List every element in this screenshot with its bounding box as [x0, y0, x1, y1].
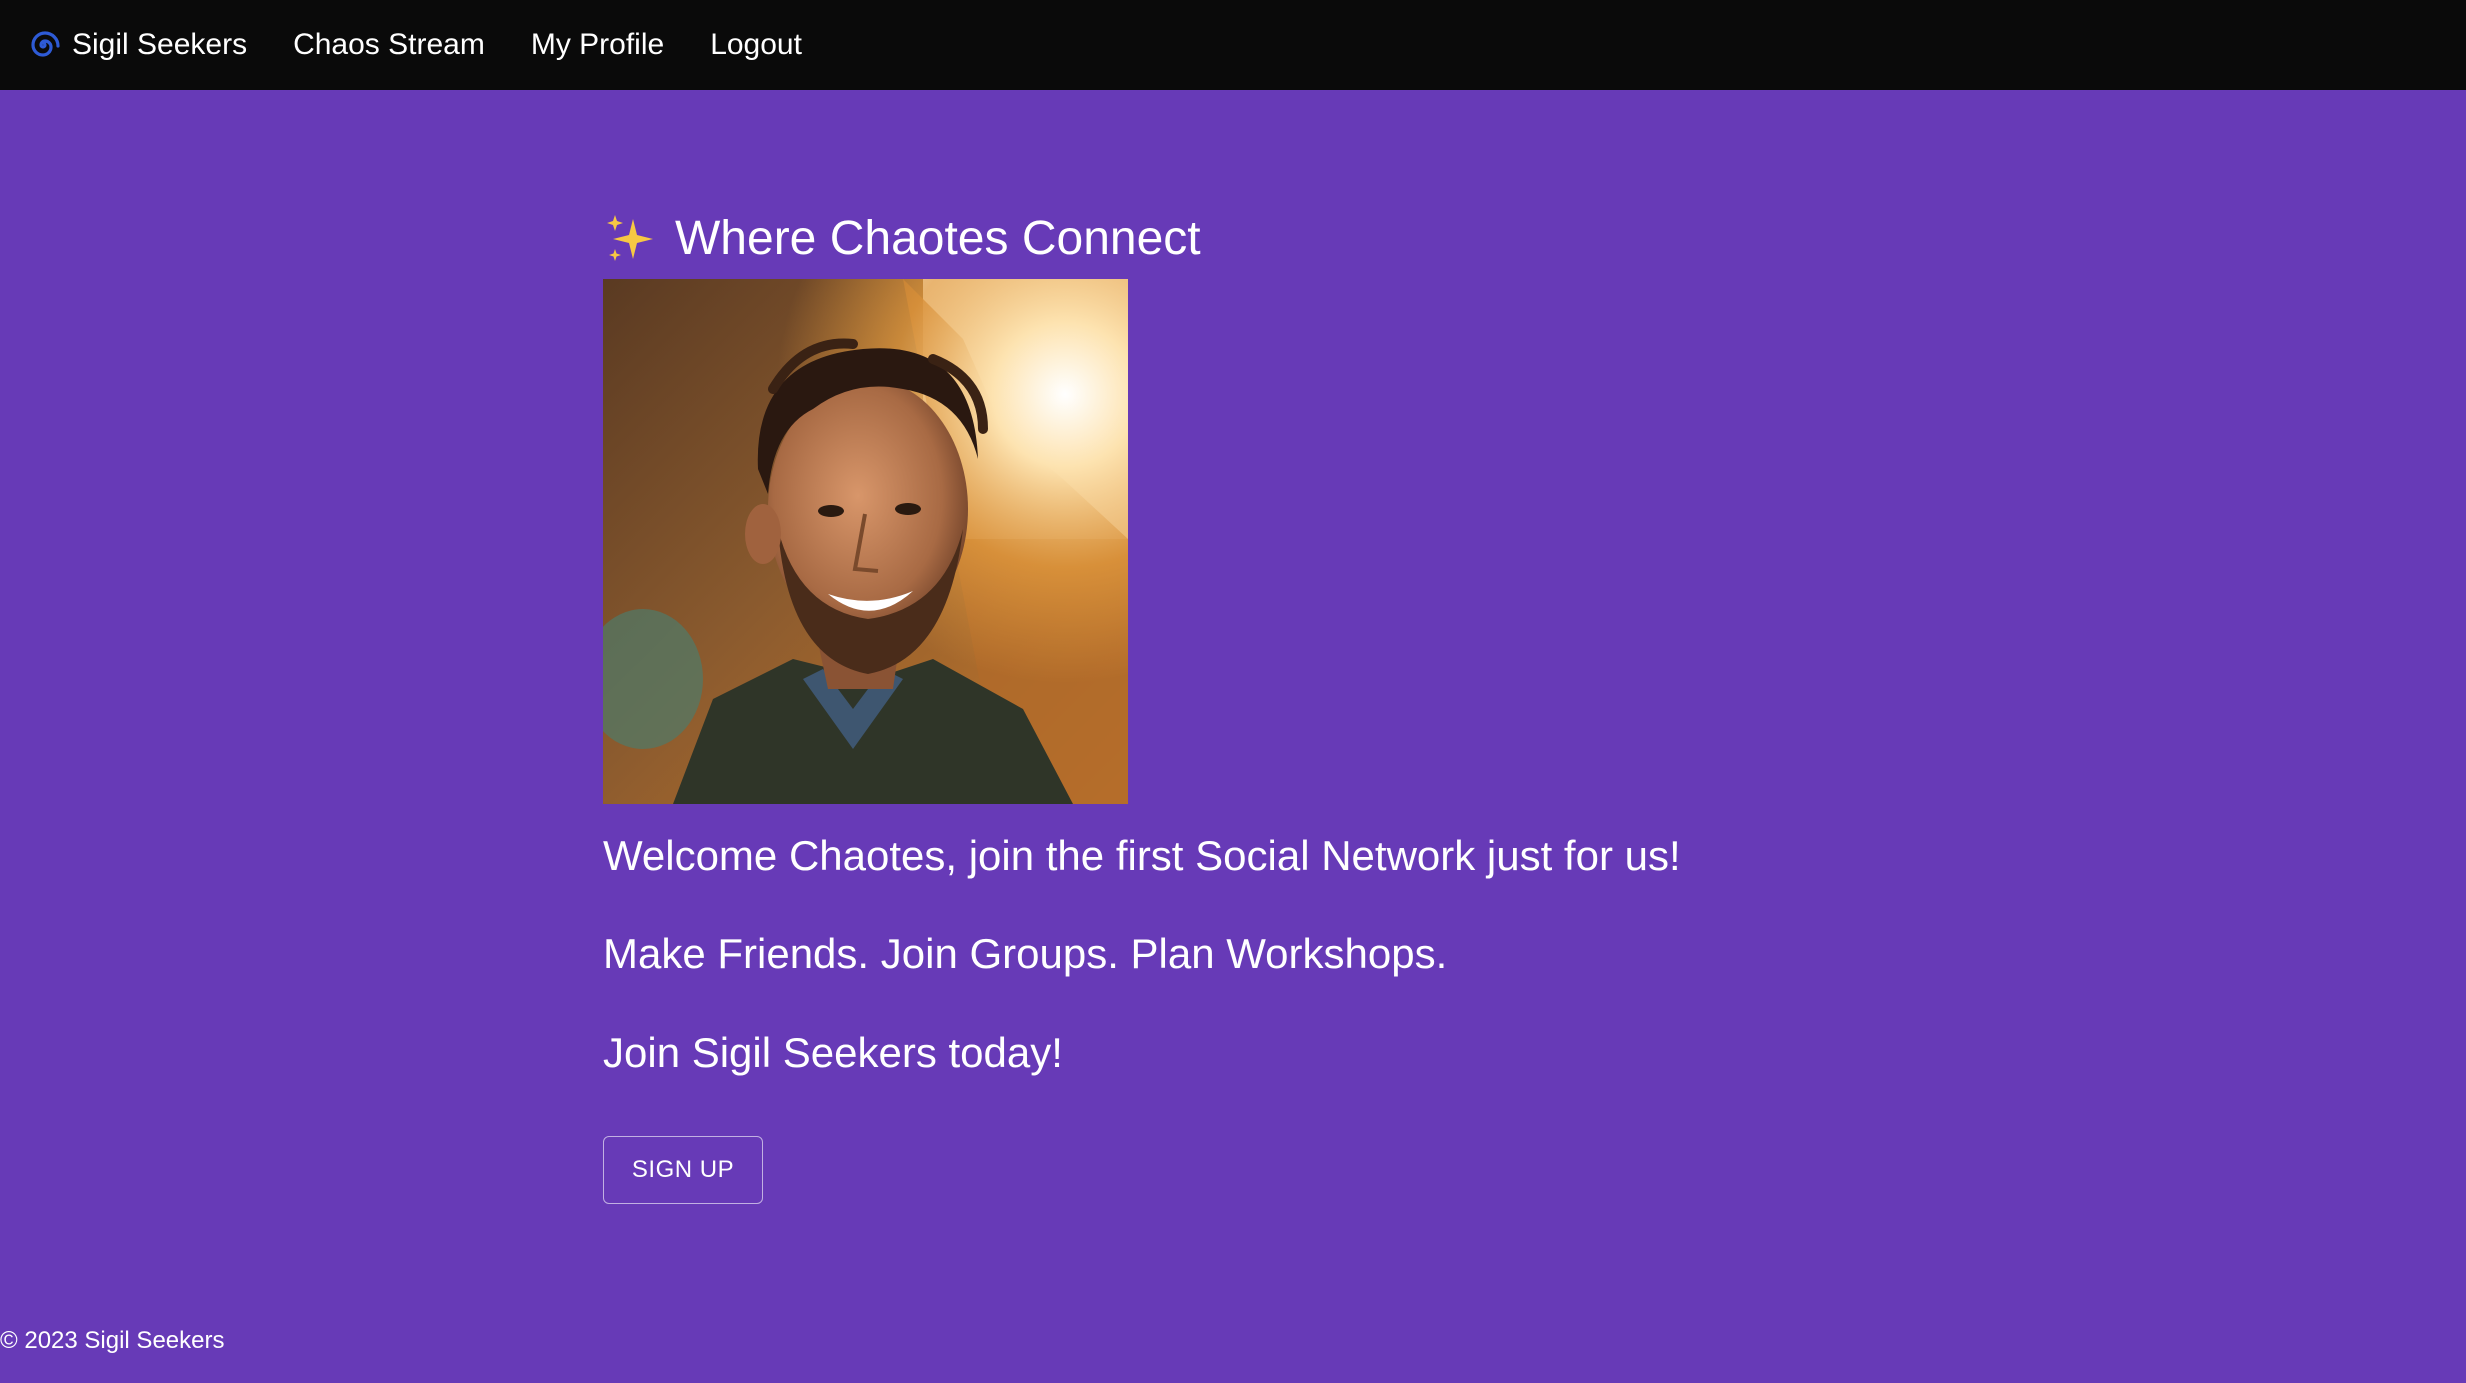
sparkles-icon	[607, 215, 653, 261]
main-content: Where Chaotes Connect Welcome Chaotes, j…	[603, 205, 1903, 1204]
page-headline: Where Chaotes Connect	[603, 205, 1903, 271]
top-navbar: Sigil Seekers Chaos Stream My Profile Lo…	[0, 0, 2466, 90]
nav-link-logout[interactable]: Logout	[710, 28, 802, 62]
headline-text: Where Chaotes Connect	[675, 211, 1201, 265]
sign-up-button[interactable]: SIGN UP	[603, 1136, 763, 1204]
brand-link[interactable]: Sigil Seekers	[26, 28, 247, 62]
welcome-paragraph: Welcome Chaotes, join the first Social N…	[603, 832, 1681, 879]
nav-link-chaos-stream[interactable]: Chaos Stream	[293, 28, 485, 62]
features-paragraph: Make Friends. Join Groups. Plan Workshop…	[603, 930, 1448, 977]
page-footer: © 2023 Sigil Seekers	[0, 1327, 225, 1354]
spiral-icon	[31, 31, 60, 57]
cta-paragraph: Join Sigil Seekers today!	[603, 1029, 1063, 1076]
brand-label: Sigil Seekers	[72, 28, 248, 61]
nav-link-my-profile[interactable]: My Profile	[531, 28, 664, 62]
hero-portrait-image	[603, 279, 1128, 804]
